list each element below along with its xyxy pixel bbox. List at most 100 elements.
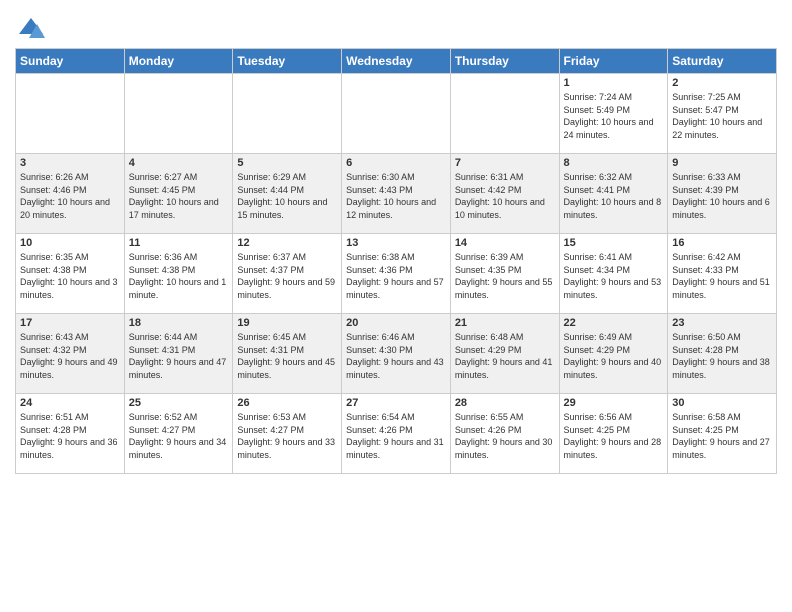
day-info: Sunrise: 6:44 AM Sunset: 4:31 PM Dayligh… [129,331,229,381]
calendar-week-4: 17 Sunrise: 6:43 AM Sunset: 4:32 PM Dayli… [16,314,777,394]
day-number: 8 [564,157,664,169]
day-number: 12 [237,237,337,249]
calendar-week-1: 1Sunrise: 7:24 AM Sunset: 5:49 PM Daylig… [16,74,777,154]
calendar-header-row: SundayMondayTuesdayWednesdayThursdayFrid… [16,49,777,74]
header-wednesday: Wednesday [342,49,451,74]
day-number: 18 [129,317,229,329]
day-number: 26 [237,397,337,409]
calendar-cell [16,74,125,154]
day-number: 4 [129,157,229,169]
calendar-cell [342,74,451,154]
day-info: Sunrise: 6:26 AM Sunset: 4:46 PM Dayligh… [20,171,120,221]
day-number: 9 [672,157,772,169]
day-number: 3 [20,157,120,169]
day-info: Sunrise: 6:29 AM Sunset: 4:44 PM Dayligh… [237,171,337,221]
page: SundayMondayTuesdayWednesdayThursdayFrid… [0,0,792,612]
day-number: 11 [129,237,229,249]
day-number: 5 [237,157,337,169]
day-info: Sunrise: 6:32 AM Sunset: 4:41 PM Dayligh… [564,171,664,221]
calendar-week-5: 24 Sunrise: 6:51 AM Sunset: 4:28 PM Dayli… [16,394,777,474]
day-info: Sunrise: 6:30 AM Sunset: 4:43 PM Dayligh… [346,171,446,221]
day-number: 10 [20,237,120,249]
day-number: 30 [672,397,772,409]
calendar-cell: 27 Sunrise: 6:54 AM Sunset: 4:26 PM Dayli… [342,394,451,474]
day-number: 22 [564,317,664,329]
calendar-cell: 15Sunrise: 6:41 AM Sunset: 4:34 PM Dayli… [559,234,668,314]
day-info: Sunrise: 6:54 AM Sunset: 4:26 PM Dayligh… [346,411,446,461]
day-info: Sunrise: 6:50 AM Sunset: 4:28 PM Dayligh… [672,331,772,381]
day-info: Sunrise: 6:48 AM Sunset: 4:29 PM Dayligh… [455,331,555,381]
day-number: 13 [346,237,446,249]
calendar-cell: 8 Sunrise: 6:32 AM Sunset: 4:41 PM Daylig… [559,154,668,234]
day-number: 27 [346,397,446,409]
header-tuesday: Tuesday [233,49,342,74]
calendar-cell: 9 Sunrise: 6:33 AM Sunset: 4:39 PM Daylig… [668,154,777,234]
calendar-table: SundayMondayTuesdayWednesdayThursdayFrid… [15,48,777,474]
calendar-cell [233,74,342,154]
calendar-cell: 28 Sunrise: 6:55 AM Sunset: 4:26 PM Dayli… [450,394,559,474]
calendar-cell [124,74,233,154]
calendar-cell: 25 Sunrise: 6:52 AM Sunset: 4:27 PM Dayli… [124,394,233,474]
calendar-cell: 18 Sunrise: 6:44 AM Sunset: 4:31 PM Dayli… [124,314,233,394]
calendar-cell: 3 Sunrise: 6:26 AM Sunset: 4:46 PM Daylig… [16,154,125,234]
day-info: Sunrise: 7:25 AM Sunset: 5:47 PM Dayligh… [672,91,772,141]
calendar-cell: 2 Sunrise: 7:25 AM Sunset: 5:47 PM Daylig… [668,74,777,154]
logo-icon [17,14,45,42]
day-info: Sunrise: 6:45 AM Sunset: 4:31 PM Dayligh… [237,331,337,381]
day-number: 29 [564,397,664,409]
day-info: Sunrise: 6:36 AM Sunset: 4:38 PM Dayligh… [129,251,229,301]
calendar-cell: 1Sunrise: 7:24 AM Sunset: 5:49 PM Daylig… [559,74,668,154]
day-info: Sunrise: 6:31 AM Sunset: 4:42 PM Dayligh… [455,171,555,221]
day-info: Sunrise: 6:58 AM Sunset: 4:25 PM Dayligh… [672,411,772,461]
day-info: Sunrise: 6:52 AM Sunset: 4:27 PM Dayligh… [129,411,229,461]
day-info: Sunrise: 6:51 AM Sunset: 4:28 PM Dayligh… [20,411,120,461]
calendar-cell: 14 Sunrise: 6:39 AM Sunset: 4:35 PM Dayli… [450,234,559,314]
day-number: 6 [346,157,446,169]
day-info: Sunrise: 6:49 AM Sunset: 4:29 PM Dayligh… [564,331,664,381]
day-info: Sunrise: 6:38 AM Sunset: 4:36 PM Dayligh… [346,251,446,301]
day-info: Sunrise: 6:41 AM Sunset: 4:34 PM Dayligh… [564,251,664,301]
calendar-cell: 7 Sunrise: 6:31 AM Sunset: 4:42 PM Daylig… [450,154,559,234]
day-info: Sunrise: 6:33 AM Sunset: 4:39 PM Dayligh… [672,171,772,221]
day-info: Sunrise: 6:39 AM Sunset: 4:35 PM Dayligh… [455,251,555,301]
day-info: Sunrise: 6:43 AM Sunset: 4:32 PM Dayligh… [20,331,120,381]
day-number: 21 [455,317,555,329]
day-number: 28 [455,397,555,409]
header-thursday: Thursday [450,49,559,74]
day-number: 14 [455,237,555,249]
day-info: Sunrise: 6:53 AM Sunset: 4:27 PM Dayligh… [237,411,337,461]
header-monday: Monday [124,49,233,74]
header-sunday: Sunday [16,49,125,74]
day-number: 17 [20,317,120,329]
calendar-cell: 24 Sunrise: 6:51 AM Sunset: 4:28 PM Dayli… [16,394,125,474]
header-saturday: Saturday [668,49,777,74]
day-number: 16 [672,237,772,249]
day-number: 24 [20,397,120,409]
day-number: 7 [455,157,555,169]
day-info: Sunrise: 6:35 AM Sunset: 4:38 PM Dayligh… [20,251,120,301]
day-number: 23 [672,317,772,329]
day-info: Sunrise: 7:24 AM Sunset: 5:49 PM Dayligh… [564,91,664,141]
calendar-cell: 11 Sunrise: 6:36 AM Sunset: 4:38 PM Dayli… [124,234,233,314]
day-info: Sunrise: 6:37 AM Sunset: 4:37 PM Dayligh… [237,251,337,301]
day-number: 25 [129,397,229,409]
calendar-cell: 20 Sunrise: 6:46 AM Sunset: 4:30 PM Dayli… [342,314,451,394]
day-info: Sunrise: 6:46 AM Sunset: 4:30 PM Dayligh… [346,331,446,381]
calendar-cell: 12 Sunrise: 6:37 AM Sunset: 4:37 PM Dayli… [233,234,342,314]
calendar-cell: 13 Sunrise: 6:38 AM Sunset: 4:36 PM Dayli… [342,234,451,314]
calendar-cell: 21 Sunrise: 6:48 AM Sunset: 4:29 PM Dayli… [450,314,559,394]
calendar-week-2: 3 Sunrise: 6:26 AM Sunset: 4:46 PM Daylig… [16,154,777,234]
calendar-cell: 10 Sunrise: 6:35 AM Sunset: 4:38 PM Dayli… [16,234,125,314]
calendar-cell: 4 Sunrise: 6:27 AM Sunset: 4:45 PM Daylig… [124,154,233,234]
logo [15,14,45,42]
calendar-cell [450,74,559,154]
day-info: Sunrise: 6:55 AM Sunset: 4:26 PM Dayligh… [455,411,555,461]
day-info: Sunrise: 6:56 AM Sunset: 4:25 PM Dayligh… [564,411,664,461]
day-info: Sunrise: 6:27 AM Sunset: 4:45 PM Dayligh… [129,171,229,221]
calendar-cell: 6 Sunrise: 6:30 AM Sunset: 4:43 PM Daylig… [342,154,451,234]
calendar-week-3: 10 Sunrise: 6:35 AM Sunset: 4:38 PM Dayli… [16,234,777,314]
header [15,10,777,42]
day-number: 20 [346,317,446,329]
header-friday: Friday [559,49,668,74]
day-number: 2 [672,77,772,89]
